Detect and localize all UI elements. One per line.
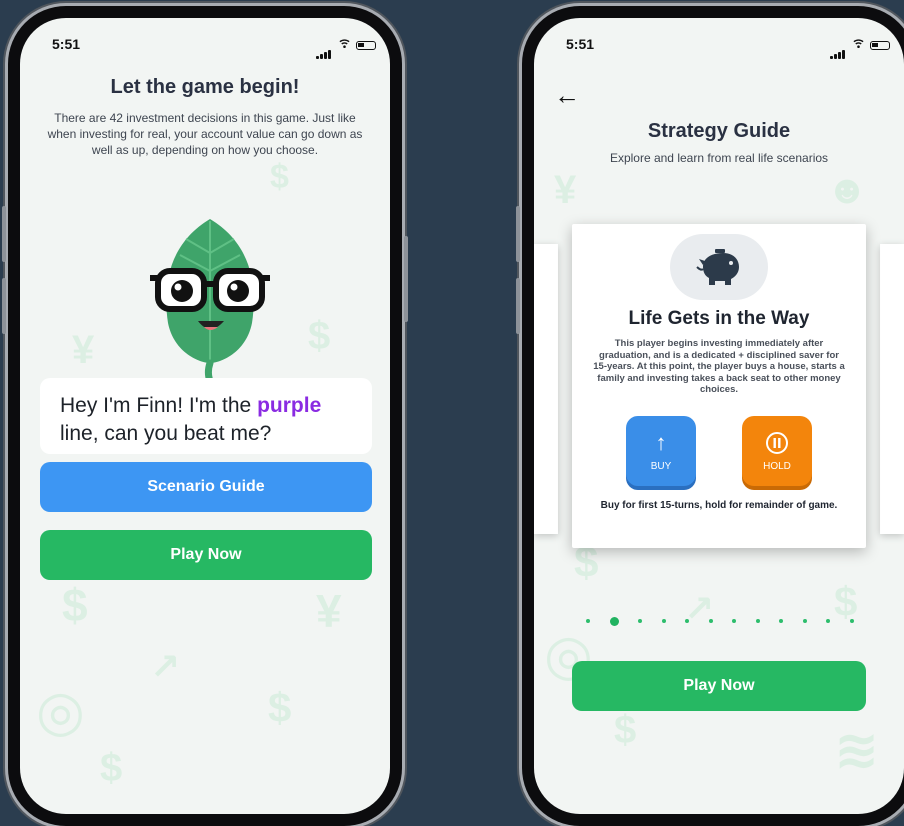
- pagination-dot[interactable]: [755, 619, 760, 623]
- speech-bubble: Hey I'm Finn! I'm the purple line, can y…: [40, 378, 372, 454]
- finn-mascot-icon: [150, 219, 270, 388]
- bg-yen-icon: ¥: [316, 585, 342, 637]
- pagination-dot[interactable]: [826, 619, 831, 623]
- pagination-dot-active[interactable]: [609, 616, 619, 626]
- status-time: 5:51: [566, 36, 595, 52]
- status-bar: 5:51: [20, 32, 390, 59]
- speech-text-end: line, can you beat me?: [60, 422, 272, 445]
- pagination-dot[interactable]: [802, 619, 807, 623]
- scenario-guide-button[interactable]: Scenario Guide: [40, 462, 372, 512]
- pagination-dot[interactable]: [732, 619, 737, 623]
- volume-button: [516, 206, 520, 262]
- bg-yen-icon: ¥: [72, 328, 95, 372]
- buy-label: BUY: [650, 460, 672, 472]
- pagination-dot[interactable]: [708, 619, 713, 623]
- page-title: Strategy Guide: [647, 120, 791, 142]
- bg-arrow-icon: ↗: [150, 646, 181, 687]
- status-bar: 5:51: [534, 32, 904, 59]
- bg-yen-icon: ¥: [554, 168, 577, 212]
- bg-bulb-icon: $: [614, 708, 637, 752]
- hold-button[interactable]: HOLD: [742, 416, 812, 486]
- battery-icon: [870, 41, 890, 50]
- card-icon-badge: [670, 234, 768, 300]
- intro-text: There are 42 investment decisions in thi…: [47, 111, 363, 157]
- game-start-screen: $ ¥ $ $ ¥ ↗ $ ◎ $ 5:51 Let the game begi…: [20, 18, 390, 814]
- page-title: Let the game begin!: [110, 76, 300, 98]
- prev-card-peek[interactable]: [534, 244, 558, 534]
- phone-frame-left: $ ¥ $ $ ¥ ↗ $ ◎ $ 5:51 Let the game begi…: [2, 6, 408, 826]
- phone-frame-right: ¥ ☻ $ ↗ ◎ $ $ ≋ 5:51 ← Strategy Guide Ex…: [516, 6, 904, 826]
- bg-dollar-icon: $: [268, 684, 292, 731]
- pagination-dot[interactable]: [661, 619, 666, 623]
- bg-dollar-icon: $: [270, 158, 289, 196]
- pagination-dots[interactable]: [586, 616, 854, 626]
- volume-button: [2, 278, 6, 334]
- volume-button: [516, 278, 520, 334]
- pagination-dot[interactable]: [685, 619, 690, 623]
- bg-lifebuoy-icon: ◎: [36, 679, 85, 742]
- battery-icon: [356, 41, 376, 50]
- piggy-bank-icon: [696, 249, 739, 285]
- card-strategy-summary: Buy for first 15-turns, hold for remaind…: [600, 500, 838, 511]
- speech-text: Hey I'm Finn! I'm the: [60, 394, 258, 417]
- bg-dollar-icon: $: [100, 746, 123, 790]
- card-description: This player begins investing immediately…: [593, 338, 845, 395]
- wifi-icon: [853, 39, 864, 48]
- bg-dollar-icon: $: [308, 314, 331, 358]
- volume-button: [2, 206, 6, 262]
- status-time: 5:51: [52, 36, 81, 52]
- power-button: [404, 236, 408, 322]
- card-title: Life Gets in the Way: [628, 308, 810, 329]
- hold-label: HOLD: [763, 460, 791, 472]
- bg-robot-icon: ☻: [826, 168, 869, 212]
- pagination-dot[interactable]: [638, 619, 643, 623]
- speech-highlight: purple: [257, 394, 322, 417]
- buy-button[interactable]: ↑ BUY: [626, 416, 696, 486]
- bg-coins-icon: ≋: [834, 720, 880, 780]
- signal-icon: [830, 41, 846, 59]
- next-card-peek[interactable]: [880, 244, 904, 534]
- play-now-button[interactable]: Play Now: [40, 530, 372, 580]
- signal-icon: [316, 41, 332, 59]
- bg-dollar-icon: $: [62, 579, 88, 631]
- page-subtitle: Explore and learn from real life scenari…: [609, 151, 829, 165]
- arrow-up-icon: ↑: [655, 429, 667, 455]
- pagination-dot[interactable]: [849, 619, 854, 623]
- wifi-icon: [339, 39, 350, 48]
- back-arrow-icon[interactable]: ←: [554, 80, 580, 111]
- scenario-card[interactable]: Life Gets in the Way This player begins …: [572, 224, 866, 548]
- strategy-guide-screen: ¥ ☻ $ ↗ ◎ $ $ ≋ 5:51 ← Strategy Guide Ex…: [534, 18, 904, 814]
- play-now-button[interactable]: Play Now: [572, 661, 866, 711]
- pagination-dot[interactable]: [586, 619, 590, 623]
- pagination-dot[interactable]: [779, 619, 784, 623]
- pause-icon: [766, 431, 788, 454]
